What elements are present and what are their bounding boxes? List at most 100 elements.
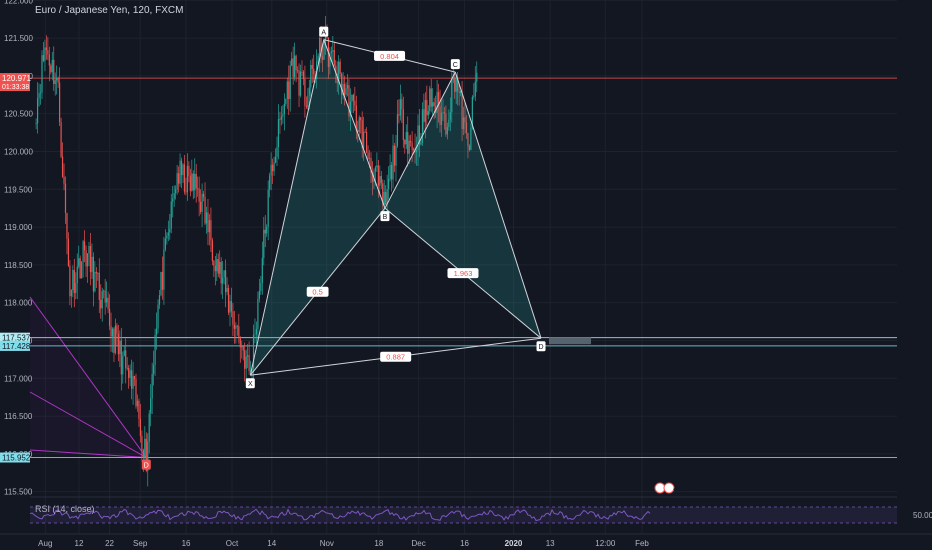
candle-body [318,37,321,56]
symbol-title: Euro / Japanese Yen, 120, FXCM [35,5,184,16]
candle-body [182,164,184,176]
candle-body [47,50,49,55]
ratio-bd: 1.963 [447,268,479,279]
candle-body [235,325,237,329]
price-tick-label: 118.000 [4,299,33,308]
candle-body [224,270,227,293]
candle-body [95,271,97,274]
chart-canvas[interactable]: 0.5 0.804 1.963 0.887 X A B C D D 47.21 122.000 121.… [0,0,932,550]
candle-body [39,92,42,94]
candle-body [407,131,409,154]
candle-body [291,58,293,66]
candle-body [292,58,294,78]
candle-body [106,297,108,303]
candle-body [222,277,224,284]
pattern-point-c: C [450,59,460,70]
point-label-text: D [538,344,543,351]
pattern-point-x: X [245,378,255,389]
candle-body [166,235,168,239]
candle-body [158,295,161,305]
pattern-point-b: B [380,211,390,222]
candle-body [104,290,106,303]
price-badge-text: 117.428 [2,342,31,351]
price-tick-label: 117.000 [4,374,33,383]
candle-body [286,81,288,99]
candle-body [176,173,178,190]
time-tick-label: Dec [412,539,426,548]
candle-body [144,438,146,458]
candle-body [402,109,404,140]
point-label-text: B [383,214,388,221]
candle-body [120,340,122,375]
candle-body [36,98,39,124]
candle-body [248,355,250,372]
candle-body [138,400,140,419]
candle-body [97,272,99,274]
candle-body [355,105,357,131]
candle-body [200,201,202,212]
candle-body [413,148,415,151]
candle-body [108,309,111,327]
candle-body [76,266,78,284]
candle-body [161,272,164,290]
candle-body [85,250,87,267]
candle-body [239,336,241,348]
candle-body [345,88,347,95]
candle-body [410,140,412,143]
candle-body [282,114,284,117]
candle-body [128,367,130,378]
candle-body [101,291,103,309]
candle-body [226,287,228,293]
candle-body [114,325,117,353]
candle-body [424,99,426,122]
candle-body [75,283,77,293]
candle-body [205,212,208,224]
candle-body [194,173,196,191]
candle-body [308,87,310,96]
candle-body [185,191,187,193]
candle-body [180,160,183,176]
price-axis [897,0,932,550]
candle-body [263,229,265,259]
candle-body [267,189,269,227]
time-tick-label: 2020 [505,539,523,548]
candle-body [73,269,75,293]
candle-body [217,259,219,274]
candle-body [50,65,52,73]
price-tick-label: 121.500 [4,34,33,43]
candle-body [107,297,109,310]
candle-body [179,160,181,184]
candle-body [110,326,112,337]
candle-body [119,340,121,355]
candle-body [113,328,115,353]
candle-body [364,131,366,133]
candle-body [117,333,119,355]
candle-body [296,70,299,72]
candle-body [273,162,275,172]
candle-body [38,93,40,99]
candle-body [423,109,425,122]
candle-body [317,55,319,62]
price-tick-label: 120.000 [4,147,33,156]
level-badge-117428: 117.428 [0,340,31,351]
candle-body [157,304,159,329]
candle-body [189,176,191,191]
candle-body [270,164,272,176]
candle-body [81,262,83,279]
candle-body [35,123,37,124]
candle-body [219,261,221,274]
candle-body [169,228,171,233]
candle-body [352,94,354,101]
candle-body [230,301,233,312]
candle-body [198,188,200,202]
level-badge-115952: 115.952 [0,452,31,463]
candle-body [427,111,429,116]
candle-body [343,84,346,95]
candle-body [393,145,396,166]
candle-body [346,85,349,89]
candle-body [377,165,379,186]
candle-body [408,140,410,154]
candle-body [238,326,240,337]
candle-body [191,173,193,191]
candle-body [210,220,212,241]
